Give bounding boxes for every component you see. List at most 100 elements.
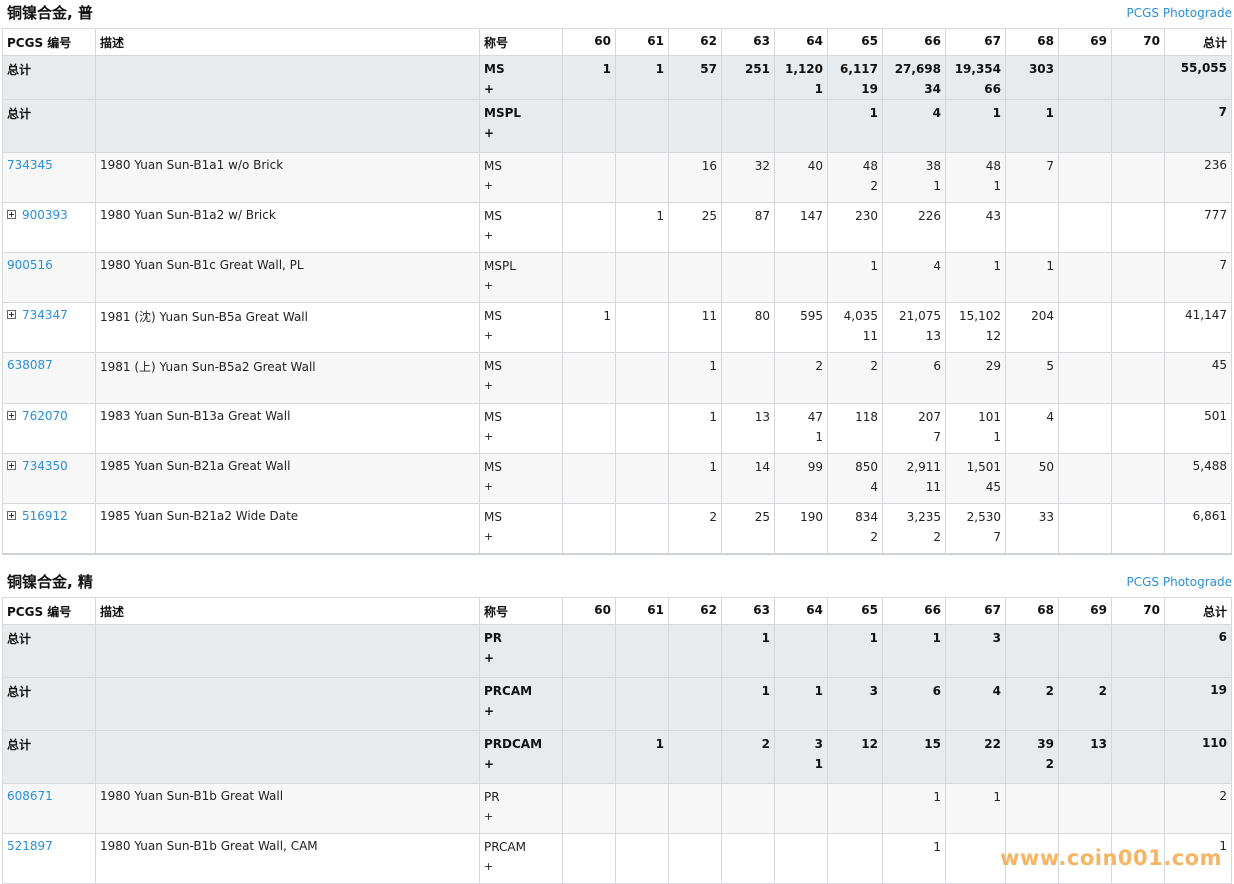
grade-count: 1 bbox=[602, 62, 611, 76]
column-header-desc: 描述 bbox=[95, 28, 480, 56]
expand-plus-icon[interactable] bbox=[7, 511, 16, 520]
pcgs-code-cell[interactable]: 762070 bbox=[2, 403, 96, 454]
grade-count: 13 bbox=[754, 410, 770, 424]
pcgs-code-link[interactable]: 638087 bbox=[7, 358, 53, 372]
grade-plus-count: 11 bbox=[925, 480, 941, 494]
grade-count: 4 bbox=[933, 259, 941, 273]
grade-cell-67: 29 bbox=[945, 352, 1006, 404]
grade-cell-60 bbox=[562, 503, 616, 554]
designation-label: PR bbox=[484, 790, 500, 804]
grade-count: 207 bbox=[918, 410, 941, 424]
description-cell: 1981 (上) Yuan Sun-B5a2 Great Wall bbox=[95, 352, 480, 404]
expand-plus-icon[interactable] bbox=[7, 310, 16, 319]
pcgs-code-link[interactable]: 734345 bbox=[7, 158, 53, 172]
grade-cell-67: 3 bbox=[945, 624, 1006, 678]
pcgs-code-link[interactable]: 900393 bbox=[22, 208, 68, 222]
column-header-total: 总计 bbox=[1164, 597, 1232, 625]
description-cell: 1985 Yuan Sun-B21a Great Wall bbox=[95, 453, 480, 504]
grade-cell-66: 15 bbox=[882, 730, 946, 784]
plus-label: + bbox=[484, 704, 495, 718]
grade-cell-68: 39 2 bbox=[1005, 730, 1059, 784]
pcgs-code-cell[interactable]: 516912 bbox=[2, 503, 96, 554]
pcgs-code-cell[interactable]: 734345 bbox=[2, 152, 96, 203]
pcgs-code-link[interactable]: 762070 bbox=[22, 409, 68, 423]
expand-plus-icon[interactable] bbox=[7, 411, 16, 420]
grade-cell-63: 13 bbox=[721, 403, 775, 454]
grade-count: 22 bbox=[984, 737, 1001, 751]
grade-count: 21,075 bbox=[899, 309, 941, 323]
grade-cell-60 bbox=[562, 677, 616, 731]
expand-plus-icon[interactable] bbox=[7, 210, 16, 219]
description-cell bbox=[95, 55, 480, 100]
pcgs-photograde-link[interactable]: PCGS Photograde bbox=[1127, 575, 1232, 589]
grade-count: 190 bbox=[800, 510, 823, 524]
grade-cell-69 bbox=[1058, 352, 1112, 404]
grade-plus-count: 2 bbox=[933, 530, 941, 544]
grade-cell-60 bbox=[562, 783, 616, 834]
designation-cell: MS + bbox=[479, 202, 563, 253]
designation-label: MS bbox=[484, 159, 502, 173]
grade-cell-64: 99 bbox=[774, 453, 828, 504]
pcgs-code-link[interactable]: 734347 bbox=[22, 308, 68, 322]
grade-plus-count: 7 bbox=[933, 430, 941, 444]
grade-plus-count: 66 bbox=[984, 82, 1001, 96]
pcgs-code-cell: 总计 bbox=[2, 730, 96, 784]
column-header-code: PCGS 编号 bbox=[2, 597, 96, 625]
grade-cell-61 bbox=[615, 252, 669, 303]
column-header-desc: 描述 bbox=[95, 597, 480, 625]
pcgs-code-link[interactable]: 516912 bbox=[22, 509, 68, 523]
section-title: 铜镍合金, 普 bbox=[7, 4, 93, 22]
grade-cell-63: 1 bbox=[721, 677, 775, 731]
pcgs-code-cell[interactable]: 638087 bbox=[2, 352, 96, 404]
grade-count: 6 bbox=[932, 684, 941, 698]
pcgs-code-cell[interactable]: 900516 bbox=[2, 252, 96, 303]
pcgs-photograde-link[interactable]: PCGS Photograde bbox=[1127, 6, 1232, 20]
pcgs-code-cell[interactable]: 608671 bbox=[2, 783, 96, 834]
grade-cell-60 bbox=[562, 403, 616, 454]
grade-count: 11 bbox=[701, 309, 717, 323]
column-header-70: 70 bbox=[1111, 28, 1165, 56]
grade-count: 1 bbox=[932, 631, 941, 645]
grade-cell-69: 2 bbox=[1058, 677, 1112, 731]
grade-cell-66: 4 bbox=[882, 252, 946, 303]
grade-count: 16 bbox=[701, 159, 717, 173]
total-row: 总计 PR +1 1 1 3 6 bbox=[2, 624, 1232, 678]
pcgs-code-link[interactable]: 900516 bbox=[7, 258, 53, 272]
section-title: 铜镍合金, 精 bbox=[7, 573, 93, 591]
grade-cell-61 bbox=[615, 833, 669, 884]
grade-cell-61: 1 bbox=[615, 55, 669, 100]
designation-label: MS bbox=[484, 460, 502, 474]
grade-cell-67: 101 1 bbox=[945, 403, 1006, 454]
grade-cell-62: 1 bbox=[668, 403, 722, 454]
pcgs-code-cell[interactable]: 900393 bbox=[2, 202, 96, 253]
pcgs-code-cell[interactable]: 734347 bbox=[2, 302, 96, 353]
pcgs-code-cell[interactable]: 734350 bbox=[2, 453, 96, 504]
grade-cell-65 bbox=[827, 833, 883, 884]
section-divider bbox=[2, 553, 1232, 555]
pcgs-code-link[interactable]: 734350 bbox=[22, 459, 68, 473]
grade-cell-65: 12 bbox=[827, 730, 883, 784]
grade-cell-62: 2 bbox=[668, 503, 722, 554]
pcgs-code-link[interactable]: 608671 bbox=[7, 789, 53, 803]
grade-count: 1,501 bbox=[966, 460, 1001, 474]
grade-count: 3 bbox=[814, 737, 823, 751]
grade-cell-68: 303 bbox=[1005, 55, 1059, 100]
grade-count: 2 bbox=[761, 737, 770, 751]
pcgs-code-cell[interactable]: 521897 bbox=[2, 833, 96, 884]
grade-count: 595 bbox=[800, 309, 823, 323]
grade-plus-count: 7 bbox=[993, 530, 1001, 544]
designation-cell: MS + bbox=[479, 352, 563, 404]
grade-count: 1 bbox=[869, 106, 878, 120]
description-cell: 1980 Yuan Sun-B1b Great Wall, CAM bbox=[95, 833, 480, 884]
pcgs-code-link[interactable]: 521897 bbox=[7, 839, 53, 853]
grade-cell-62: 16 bbox=[668, 152, 722, 203]
table-row: 900393 1980 Yuan Sun-B1a2 w/ Brick MS +1 25 8… bbox=[2, 202, 1232, 253]
grade-plus-count: 1 bbox=[814, 82, 823, 96]
table-row: 762070 1983 Yuan Sun-B13a Great Wall MS +1 1… bbox=[2, 403, 1232, 454]
expand-plus-icon[interactable] bbox=[7, 461, 16, 470]
grade-count: 1 bbox=[761, 684, 770, 698]
grade-cell-61: 1 bbox=[615, 730, 669, 784]
grade-count: 57 bbox=[700, 62, 717, 76]
grade-count: 1 bbox=[656, 209, 664, 223]
plus-label: + bbox=[484, 229, 494, 242]
